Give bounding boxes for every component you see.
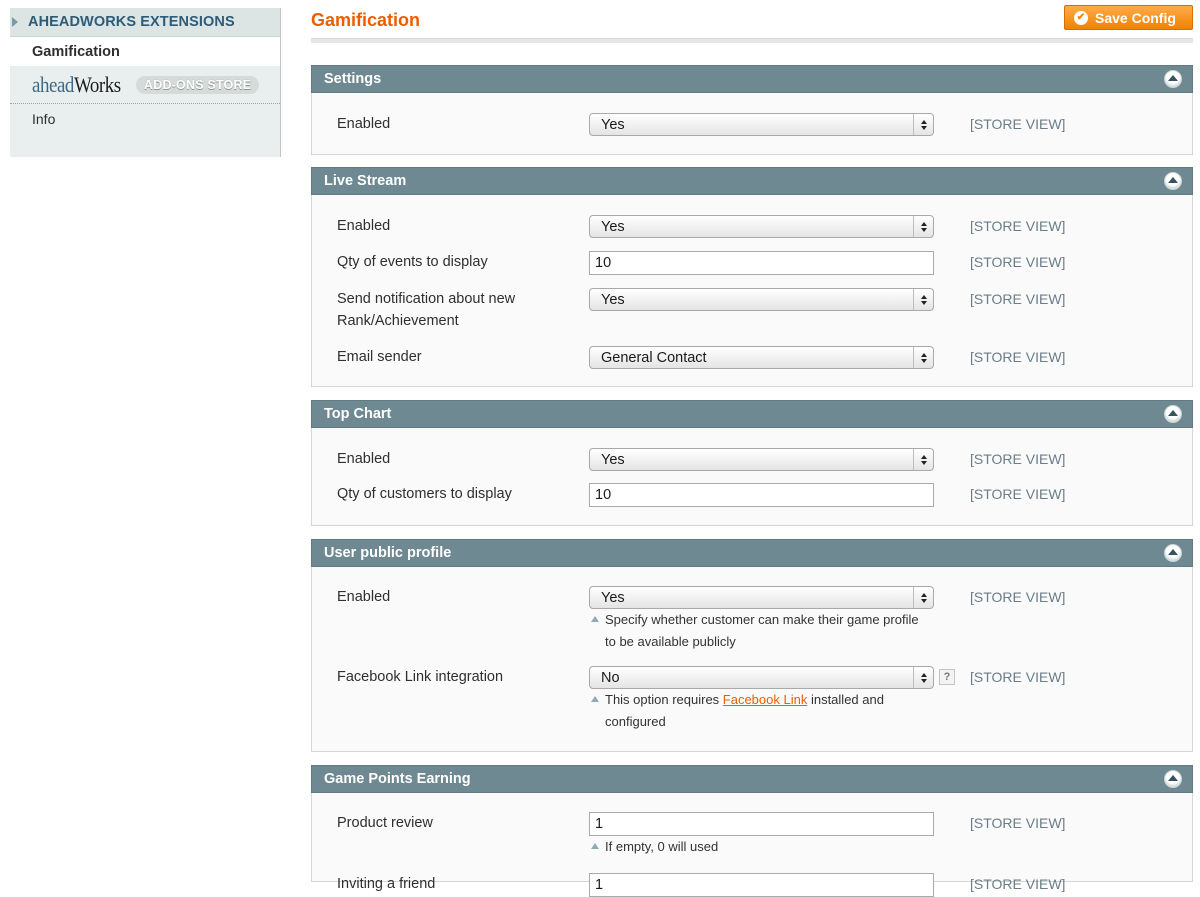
field-label: Enabled [337, 218, 391, 234]
section-body: Enabled Yes [STORE VIEW] Qty of customer… [311, 428, 1193, 526]
scope-label: [STORE VIEW] [970, 254, 1066, 270]
field-label: Email sender [337, 349, 422, 365]
scope-label: [STORE VIEW] [970, 669, 1066, 685]
product-review-input[interactable] [589, 812, 934, 836]
select-arrows-icon [913, 114, 933, 135]
sidebar-item-gamification[interactable]: Gamification [10, 37, 280, 66]
section-header-settings[interactable]: Settings [311, 65, 1193, 93]
field-label: Qty of customers to display [337, 486, 512, 502]
check-icon: ✔ [1074, 10, 1088, 25]
note-triangle-icon [591, 843, 599, 849]
section-title: User public profile [324, 545, 452, 561]
scope-label: [STORE VIEW] [970, 815, 1066, 831]
enabled-select[interactable]: Yes [589, 215, 934, 238]
collapse-icon[interactable] [1164, 544, 1182, 562]
section-title: Game Points Earning [324, 771, 471, 787]
section-body: Enabled Yes [STORE VIEW] Specify whether… [311, 567, 1193, 752]
save-config-label: Save Config [1095, 9, 1176, 26]
collapse-icon[interactable] [1164, 70, 1182, 88]
field-label: Facebook Link integration [337, 669, 504, 685]
select-value: Yes [601, 291, 625, 308]
field-label: Send notification about new Rank/Achievem… [337, 291, 516, 329]
field-note: Specify whether customer can make their … [591, 609, 936, 653]
select-value: No [601, 669, 620, 686]
section-header-live-stream[interactable]: Live Stream [311, 167, 1193, 195]
collapse-icon[interactable] [1164, 770, 1182, 788]
section-settings: Settings Enabled Yes [STORE VIEW] [311, 65, 1193, 155]
scope-label: [STORE VIEW] [970, 291, 1066, 307]
qty-customers-input[interactable] [589, 483, 934, 507]
sidebar-group-aheadworks[interactable]: AHEADWORKS EXTENSIONS [10, 8, 280, 37]
field-note: This option requires Facebook Link insta… [591, 689, 936, 733]
collapse-icon[interactable] [1164, 172, 1182, 190]
section-header-game-points[interactable]: Game Points Earning [311, 765, 1193, 793]
field-label: Product review [337, 815, 433, 831]
save-config-button[interactable]: ✔ Save Config [1064, 5, 1193, 30]
scope-label: [STORE VIEW] [970, 486, 1066, 502]
scope-label: [STORE VIEW] [970, 876, 1066, 892]
select-arrows-icon [913, 216, 933, 237]
scope-label: [STORE VIEW] [970, 589, 1066, 605]
scope-label: [STORE VIEW] [970, 218, 1066, 234]
scope-label: [STORE VIEW] [970, 349, 1066, 365]
help-icon[interactable]: ? [939, 669, 955, 685]
facebook-link-link[interactable]: Facebook Link [723, 692, 808, 707]
select-value: Yes [601, 451, 625, 468]
section-title: Live Stream [324, 173, 407, 189]
select-arrows-icon [913, 667, 933, 688]
section-body: Enabled Yes [STORE VIEW] Qty of events t… [311, 195, 1193, 387]
section-header-top-chart[interactable]: Top Chart [311, 400, 1193, 428]
sidebar-group-label: AHEADWORKS EXTENSIONS [28, 14, 235, 30]
field-note: If empty, 0 will used [591, 836, 936, 858]
field-label: Enabled [337, 589, 391, 605]
scope-label: [STORE VIEW] [970, 116, 1066, 132]
sidebar-item-info[interactable]: Info [10, 104, 280, 157]
section-game-points-earning: Game Points Earning Product review [STOR… [311, 765, 1193, 897]
field-label: Qty of events to display [337, 254, 488, 270]
inviting-friend-input[interactable] [589, 873, 934, 897]
sidebar-info-label: Info [32, 111, 56, 127]
notification-select[interactable]: Yes [589, 288, 934, 311]
select-value: General Contact [601, 349, 707, 366]
select-arrows-icon [913, 289, 933, 310]
scope-label: [STORE VIEW] [970, 451, 1066, 467]
add-ons-store-badge[interactable]: ADD-ONS STORE [136, 75, 260, 94]
collapse-icon[interactable] [1164, 405, 1182, 423]
title-divider [311, 38, 1193, 43]
enabled-select[interactable]: Yes [589, 113, 934, 136]
section-title: Top Chart [324, 406, 392, 422]
note-triangle-icon [591, 696, 599, 702]
section-body: Enabled Yes [STORE VIEW] [311, 93, 1193, 155]
qty-events-input[interactable] [589, 251, 934, 275]
enabled-select[interactable]: Yes [589, 448, 934, 471]
page-title: Gamification [311, 10, 421, 30]
section-header-user-profile[interactable]: User public profile [311, 539, 1193, 567]
note-triangle-icon [591, 616, 599, 622]
sidebar: AHEADWORKS EXTENSIONS Gamification ahead… [10, 8, 281, 157]
section-title: Settings [324, 71, 382, 87]
aheadworks-logo: aheadWorks [32, 71, 121, 97]
triangle-right-icon [12, 17, 18, 27]
aheadworks-logo-row[interactable]: aheadWorks ADD-ONS STORE [10, 66, 280, 104]
select-value: Yes [601, 218, 625, 235]
select-arrows-icon [913, 347, 933, 368]
enabled-select[interactable]: Yes [589, 586, 934, 609]
facebook-link-select[interactable]: No [589, 666, 934, 689]
email-sender-select[interactable]: General Contact [589, 346, 934, 369]
select-value: Yes [601, 589, 625, 606]
section-body: Product review [STORE VIEW] If empty, 0 … [311, 793, 1193, 897]
select-arrows-icon [913, 587, 933, 608]
select-value: Yes [601, 116, 625, 133]
section-live-stream: Live Stream Enabled Yes [STORE VIEW] Qty… [311, 167, 1193, 387]
select-arrows-icon [913, 449, 933, 470]
section-top-chart: Top Chart Enabled Yes [STORE VIEW] Qty o… [311, 400, 1193, 526]
field-label: Enabled [337, 451, 391, 467]
section-user-public-profile: User public profile Enabled Yes [STORE V… [311, 539, 1193, 752]
field-label: Inviting a friend [337, 876, 436, 892]
field-label: Enabled [337, 116, 391, 132]
